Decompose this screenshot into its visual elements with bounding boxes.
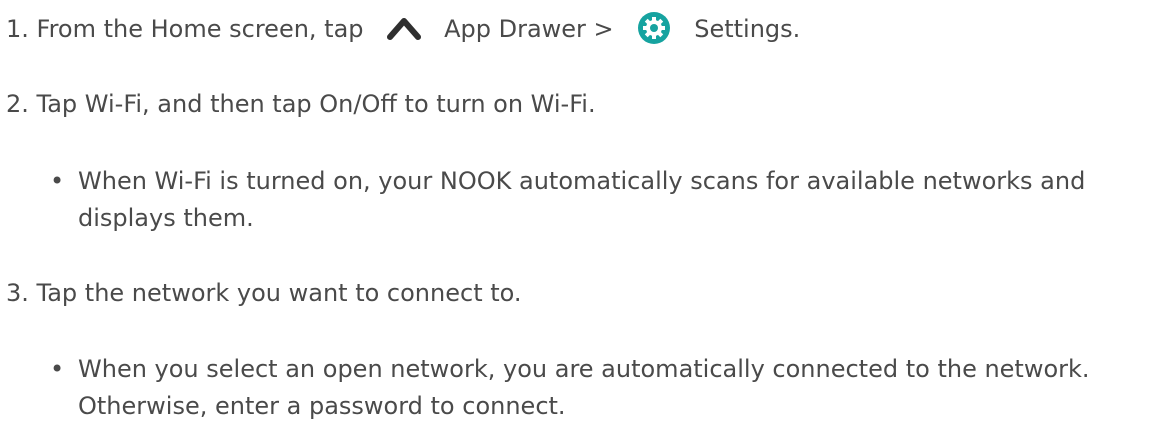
- step-1-prefix: 1. From the Home screen, tap: [6, 15, 364, 43]
- step-3: 3. Tap the network you want to connect t…: [6, 279, 522, 307]
- step-3-bullet: • When you select an open network, you ar…: [50, 352, 1090, 386]
- step-2-bullet-line-2: displays them.: [78, 204, 254, 232]
- step-3-bullet-line-2: Otherwise, enter a password to connect.: [78, 392, 566, 420]
- step-1: 1. From the Home screen, tap App Drawer …: [6, 12, 800, 47]
- step-2: 2. Tap Wi-Fi, and then tap On/Off to tur…: [6, 90, 596, 118]
- settings-label: Settings.: [694, 15, 801, 43]
- step-2-bullet: • When Wi-Fi is turned on, your NOOK auto…: [50, 164, 1085, 198]
- bullet-marker: •: [50, 355, 65, 383]
- step-2-bullet-line-1: When Wi-Fi is turned on, your NOOK autom…: [78, 167, 1086, 195]
- chevron-up-icon: [386, 16, 421, 40]
- bullet-marker: •: [50, 167, 65, 195]
- step-3-bullet-line-1: When you select an open network, you are…: [78, 355, 1090, 383]
- app-drawer-label: App Drawer >: [444, 15, 614, 43]
- instructions-document: 1. From the Home screen, tap App Drawer …: [0, 0, 1164, 429]
- gear-icon: [637, 11, 671, 45]
